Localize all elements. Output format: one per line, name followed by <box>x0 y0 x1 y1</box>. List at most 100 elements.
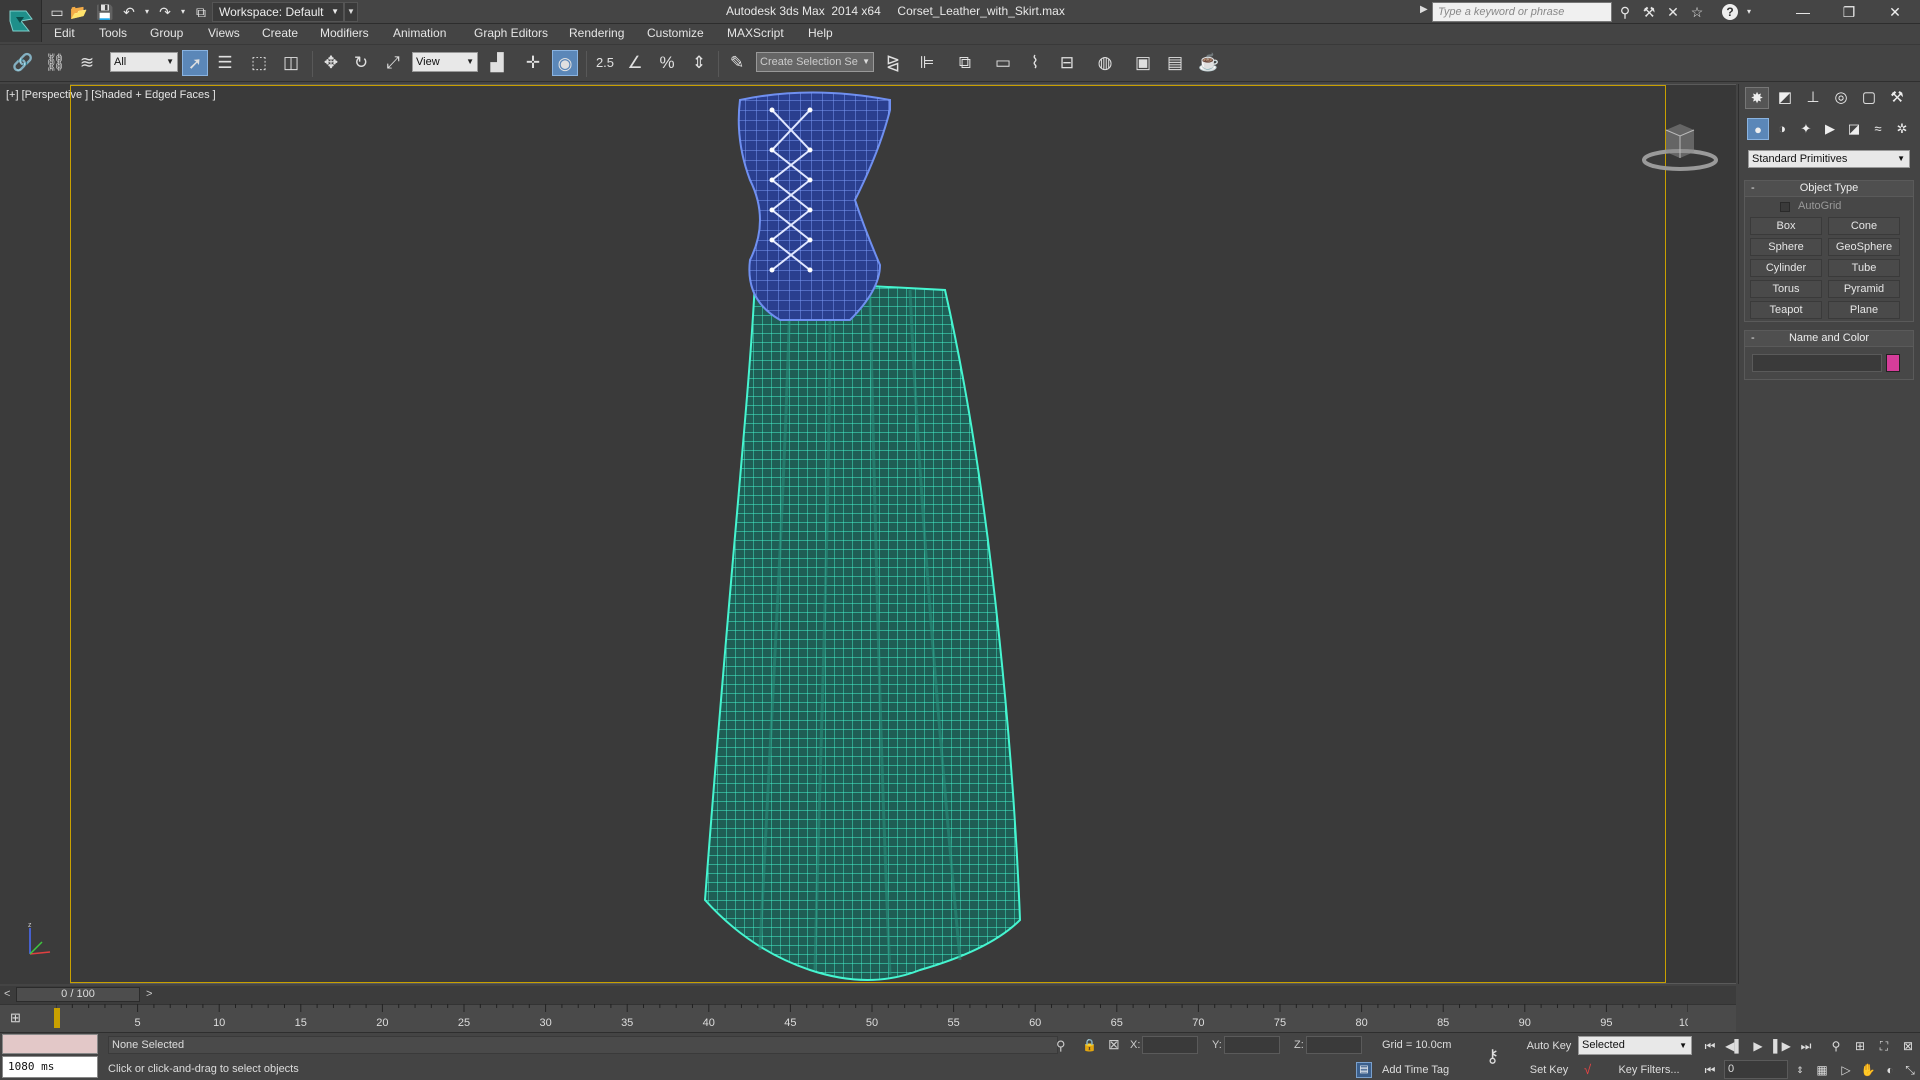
modify-tab-icon[interactable]: ◩ <box>1773 87 1797 109</box>
bind-to-space-warp-icon[interactable]: ≋ <box>74 50 100 76</box>
key-filters-button[interactable]: Key Filters... <box>1606 1060 1692 1080</box>
angle-snap-icon[interactable]: ∠ <box>622 50 648 76</box>
search-expand-icon[interactable]: ▶ <box>1420 4 1428 15</box>
menu-maxscript[interactable]: MAXScript <box>727 26 784 40</box>
menu-help[interactable]: Help <box>808 26 833 40</box>
save-icon[interactable]: 💾 <box>96 3 114 21</box>
previous-frame-icon[interactable]: ◀▌ <box>1724 1036 1744 1056</box>
isolate-selection-icon[interactable]: ⚲ <box>1056 1038 1066 1054</box>
selection-lock-icon[interactable]: 🔒 <box>1082 1038 1097 1052</box>
tube-button[interactable]: Tube <box>1828 259 1900 277</box>
torus-button[interactable]: Torus <box>1750 280 1822 298</box>
geometry-icon[interactable]: ● <box>1747 118 1769 140</box>
object-type-header[interactable]: - Object Type <box>1745 181 1913 197</box>
add-time-tag-button[interactable]: Add Time Tag <box>1382 1064 1449 1076</box>
mini-curve-editor-icon[interactable]: ⊞ <box>10 1010 32 1026</box>
rectangular-selection-region-icon[interactable]: ⬚ <box>246 50 272 76</box>
dress-mesh[interactable] <box>690 90 1040 990</box>
render-production-icon[interactable]: ☕ <box>1196 50 1222 76</box>
play-animation-icon[interactable]: ▶ <box>1748 1036 1768 1056</box>
zoom-extents-all-icon[interactable]: ⊠ <box>1898 1036 1918 1056</box>
shapes-icon[interactable]: ◑ <box>1771 118 1793 140</box>
menu-create[interactable]: Create <box>262 26 298 40</box>
material-editor-icon[interactable]: ◍ <box>1092 50 1118 76</box>
align-icon[interactable]: ⊫ <box>914 50 940 76</box>
zoom-extents-icon[interactable]: ⛶ <box>1874 1036 1894 1056</box>
maxscript-listener-output[interactable]: 1080 ms <box>2 1056 98 1078</box>
pivot-point-center-icon[interactable]: ▟ <box>484 50 510 76</box>
named-selection-dropdown[interactable]: Create Selection Se ▼ <box>756 52 874 72</box>
motion-tab-icon[interactable]: ◎ <box>1829 87 1853 109</box>
maxscript-listener-macro[interactable] <box>2 1034 98 1054</box>
set-key-button[interactable]: Set Key <box>1524 1060 1574 1080</box>
viewcube-icon[interactable] <box>1640 118 1720 177</box>
teapot-button[interactable]: Teapot <box>1750 301 1822 319</box>
rendered-frame-window-icon[interactable]: ▤ <box>1162 50 1188 76</box>
menu-rendering[interactable]: Rendering <box>569 26 624 40</box>
systems-icon[interactable]: ✲ <box>1891 118 1913 140</box>
snaps-toggle-icon[interactable]: 2.5 <box>592 50 618 76</box>
subscription-icon[interactable]: ⚒ <box>1640 3 1658 21</box>
name-and-color-header[interactable]: - Name and Color <box>1745 331 1913 347</box>
app-menu-button[interactable] <box>0 0 42 42</box>
corset-mesh[interactable] <box>737 91 891 321</box>
time-slider-handle[interactable]: 0 / 100 <box>16 987 140 1002</box>
frame-spinner-icon[interactable]: ⇕ <box>1790 1060 1810 1080</box>
create-tab-icon[interactable]: ✸ <box>1745 87 1769 109</box>
menu-graph-editors[interactable]: Graph Editors <box>474 26 548 40</box>
favorites-star-icon[interactable]: ☆ <box>1688 3 1706 21</box>
curve-editor-icon[interactable]: ⌇ <box>1022 50 1048 76</box>
lights-icon[interactable]: ✦ <box>1795 118 1817 140</box>
pyramid-button[interactable]: Pyramid <box>1828 280 1900 298</box>
select-and-link-icon[interactable]: 🔗 <box>10 50 36 76</box>
x-coordinate-input[interactable] <box>1142 1036 1198 1054</box>
go-to-start-icon[interactable]: ⏮ <box>1700 1036 1720 1056</box>
key-mode-toggle-icon[interactable]: ⏮ <box>1700 1060 1720 1080</box>
edit-named-selection-icon[interactable]: ✎ <box>724 50 750 76</box>
cylinder-button[interactable]: Cylinder <box>1750 259 1822 277</box>
sphere-button[interactable]: Sphere <box>1750 238 1822 256</box>
go-to-end-icon[interactable]: ⏭ <box>1796 1036 1816 1056</box>
skirt-mesh[interactable] <box>703 278 1022 981</box>
display-tab-icon[interactable]: ▢ <box>1857 87 1881 109</box>
menu-views[interactable]: Views <box>208 26 240 40</box>
time-slider-track[interactable] <box>0 986 1736 1004</box>
redo-icon[interactable]: ↷ <box>156 3 174 21</box>
search-input[interactable]: Type a keyword or phrase <box>1432 2 1612 22</box>
minimize-icon[interactable]: — <box>1780 0 1826 24</box>
utilities-tab-icon[interactable]: ⚒ <box>1885 87 1909 109</box>
z-coordinate-input[interactable] <box>1306 1036 1362 1054</box>
menu-group[interactable]: Group <box>150 26 183 40</box>
current-frame-marker[interactable] <box>54 1008 60 1028</box>
binoculars-icon[interactable]: ⚲ <box>1616 3 1634 21</box>
keyboard-shortcut-override-icon[interactable]: ◉ <box>552 50 578 76</box>
mirror-icon[interactable]: ⧎ <box>880 50 906 76</box>
viewport-label-menu[interactable]: [+] [Perspective ] [Shaded + Edged Faces… <box>6 89 216 101</box>
selection-filter-dropdown[interactable]: All ▼ <box>110 52 178 72</box>
geosphere-button[interactable]: GeoSphere <box>1828 238 1900 256</box>
unlink-selection-icon[interactable]: ⛓ <box>42 50 68 76</box>
zoom-all-icon[interactable]: ⊞ <box>1850 1036 1870 1056</box>
menu-edit[interactable]: Edit <box>54 26 75 40</box>
undo-icon[interactable]: ↶ <box>120 3 138 21</box>
helpers-icon[interactable]: ◪ <box>1843 118 1865 140</box>
select-and-scale-icon[interactable]: ⤢ <box>380 50 406 76</box>
render-setup-icon[interactable]: ▣ <box>1130 50 1156 76</box>
schematic-view-icon[interactable]: ⊟ <box>1054 50 1080 76</box>
select-and-move-icon[interactable]: ✥ <box>318 50 344 76</box>
next-frame-icon[interactable]: ▌▶ <box>1772 1036 1792 1056</box>
quick-access-customize-button[interactable]: ▼ <box>344 2 358 22</box>
undo-dropdown-icon[interactable]: ▾ <box>138 3 156 21</box>
project-folder-icon[interactable]: ⧉ <box>192 3 210 21</box>
open-file-icon[interactable]: 📂 <box>70 3 88 21</box>
time-configuration-icon[interactable]: ▦ <box>1812 1060 1832 1080</box>
help-icon[interactable]: ? <box>1722 4 1738 20</box>
select-and-manipulate-icon[interactable]: ✛ <box>520 50 546 76</box>
space-warps-icon[interactable]: ≈ <box>1867 118 1889 140</box>
zoom-icon[interactable]: ⚲ <box>1826 1036 1846 1056</box>
menu-tools[interactable]: Tools <box>99 26 127 40</box>
new-file-icon[interactable]: ▭ <box>48 3 66 21</box>
maximize-viewport-icon[interactable]: ⤡ <box>1900 1060 1920 1080</box>
y-coordinate-input[interactable] <box>1224 1036 1280 1054</box>
absolute-offset-mode-icon[interactable]: ⊠ <box>1108 1036 1120 1053</box>
